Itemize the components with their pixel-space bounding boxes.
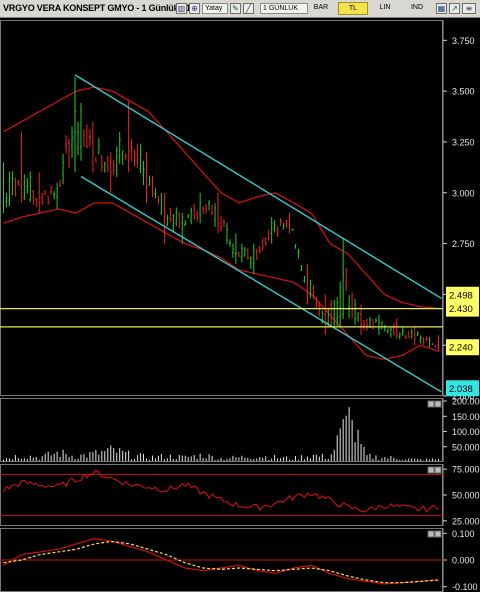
macd-signal-line — [3, 541, 439, 584]
panel-close-icon — [434, 530, 442, 538]
rsi-line — [3, 469, 439, 513]
panel-restore-icon — [427, 466, 435, 474]
channel-lower-line — [80, 175, 442, 393]
panel-restore-icon — [427, 530, 435, 538]
macd-line — [3, 538, 439, 585]
price-label-text: 2.430 — [449, 304, 473, 315]
price-tick-label: 2.750 — [452, 239, 475, 249]
trend-icon[interactable]: ↗ — [449, 3, 460, 14]
panel-close-icon — [434, 466, 442, 474]
tab-bar[interactable]: BAR — [306, 2, 336, 15]
rsi-tick-label: 25.000 — [452, 516, 480, 526]
rsi-tick-label: 50.000 — [452, 491, 480, 501]
volume-tick-label: 150.000M — [452, 412, 480, 422]
price-tick-label: 3.500 — [452, 87, 475, 97]
draw-icon[interactable]: ✎ — [230, 3, 241, 14]
line-icon[interactable]: ╱ — [243, 3, 254, 14]
menu-icon[interactable]: ≡ — [462, 3, 476, 14]
price-panel-frame — [0, 20, 443, 396]
volume-tick-label: 200.000M — [452, 397, 480, 407]
channel-upper-line — [74, 74, 442, 300]
tab-lin[interactable]: LIN — [370, 2, 400, 15]
price-label-text: 2.240 — [449, 343, 473, 354]
price-label-text: 2.498 — [449, 290, 473, 301]
tab-ind[interactable]: IND — [402, 2, 432, 15]
period-field[interactable]: 1 GÜNLÜK — [260, 3, 308, 14]
price-label-text: 2.038 — [449, 384, 473, 395]
price-tick-label: 3.000 — [452, 188, 475, 198]
price-tick-label: 3.750 — [452, 36, 475, 46]
volume-tick-label: 50.000M — [452, 442, 480, 452]
grid-icon[interactable]: ▦ — [436, 3, 447, 14]
rsi-tick-label: 75.000 — [452, 465, 480, 475]
macd-tick-label: -0.100 — [452, 582, 478, 592]
panel-restore-icon — [427, 400, 435, 408]
chart-title: VRGYO VERA KONSEPT GMYO - 1 Günlük (.1d) — [3, 3, 199, 13]
chart-canvas[interactable]: 3.7503.5003.2503.0002.7502.5002.2502.000… — [0, 18, 480, 592]
volume-tick-label: 100.000M — [452, 427, 480, 437]
scale-field[interactable]: Yatay — [202, 3, 228, 14]
zoom-icon[interactable]: ⊕ — [189, 3, 200, 14]
macd-tick-label: 0.100 — [452, 529, 475, 539]
price-tick-label: 3.250 — [452, 137, 475, 147]
rsi-panel-frame — [0, 464, 443, 526]
panel-close-icon — [434, 400, 442, 408]
window-titlebar: VRGYO VERA KONSEPT GMYO - 1 Günlük (.1d)… — [0, 0, 480, 18]
bollinger-upper-line — [3, 86, 439, 310]
vol-panel-frame — [0, 398, 443, 462]
tab-tl[interactable]: TL — [338, 2, 368, 15]
macd-tick-label: 0.000 — [452, 556, 475, 566]
chart-icon[interactable]: ▥ — [176, 3, 187, 14]
